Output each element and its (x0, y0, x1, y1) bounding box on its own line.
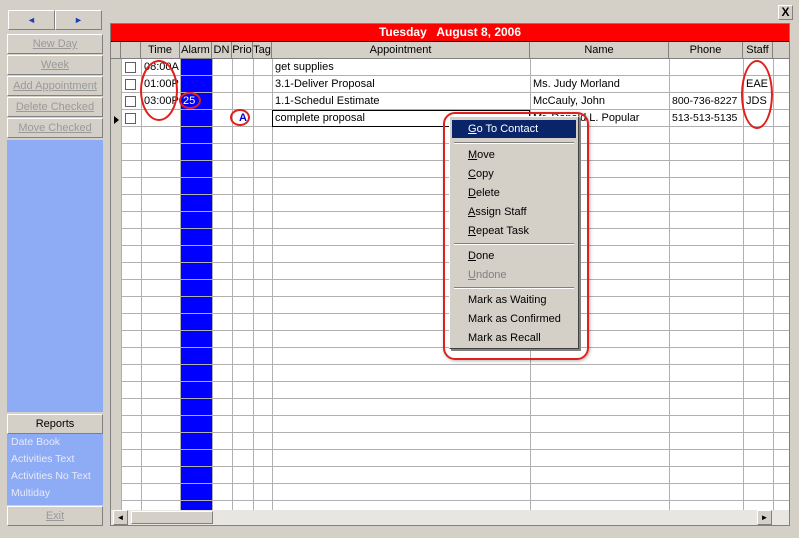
row-appointment[interactable]: get supplies (273, 59, 529, 76)
row-selector-strip (111, 59, 121, 510)
menu-label: elete (475, 187, 500, 199)
col-staff-header[interactable]: Staff (743, 42, 773, 59)
sidebar-panel (7, 140, 103, 412)
week-label: Week (41, 59, 69, 71)
menu-accel: D (468, 250, 476, 262)
horizontal-scrollbar[interactable]: ◄ ► (111, 510, 789, 525)
menu-mark-recall[interactable]: Mark as Recall (452, 329, 576, 347)
week-button[interactable]: Week (7, 55, 103, 75)
report-link-date-book[interactable]: Date Book (7, 434, 103, 451)
menu-done[interactable]: Done (452, 247, 576, 265)
menu-copy[interactable]: Copy (452, 165, 576, 183)
row-selector-header (111, 42, 121, 59)
time-highlight-ring (140, 60, 178, 121)
menu-label: one (475, 250, 495, 262)
menu-accel: G (468, 123, 477, 135)
close-button[interactable]: X (778, 5, 793, 20)
exit-button[interactable]: Exit (7, 506, 103, 526)
menu-label: o To Contact (476, 123, 539, 135)
new-day-button[interactable]: New Day (7, 34, 103, 54)
menu-accel: C (468, 168, 476, 180)
delete-checked-label: Delete Checked (15, 101, 95, 113)
checkbox-header (121, 42, 141, 59)
scroll-left-icon[interactable]: ◄ (113, 510, 128, 525)
scroll-right-icon[interactable]: ► (757, 510, 772, 525)
header-filler (773, 42, 789, 59)
delete-checked-button[interactable]: Delete Checked (7, 97, 103, 117)
row-name[interactable]: McCauly, John (531, 93, 668, 110)
menu-undone: Undone (452, 266, 576, 284)
col-appointment-header[interactable]: Appointment (272, 42, 530, 59)
menu-separator (454, 287, 574, 289)
menu-accel: R (468, 225, 476, 237)
menu-delete[interactable]: Delete (452, 184, 576, 202)
reports-button[interactable]: Reports (7, 414, 103, 434)
report-link-activities-text[interactable]: Activities Text (7, 451, 103, 468)
alarm-highlight-ring (179, 92, 201, 109)
row-appointment[interactable]: 1.1-Schedul Estimate (273, 93, 529, 110)
date-header: Tuesday August 8, 2006 (111, 24, 789, 42)
row-phone[interactable]: 513-513-5135 (670, 110, 743, 127)
add-appointment-button[interactable]: Add Appointment (7, 76, 103, 96)
move-checked-button[interactable]: Move Checked (7, 118, 103, 138)
menu-mark-waiting[interactable]: Mark as Waiting (452, 291, 576, 309)
menu-label: ove (477, 149, 495, 161)
menu-label: ndone (475, 269, 507, 281)
col-tag-header[interactable]: Tag (253, 42, 272, 59)
row-name[interactable]: Ms. Judy Morland (531, 76, 668, 93)
priority-highlight-ring (230, 109, 250, 126)
col-alarm-header[interactable]: Alarm (180, 42, 212, 59)
row-checkbox[interactable] (125, 62, 136, 73)
menu-accel: M (468, 149, 478, 161)
previous-day-button[interactable]: ◄ (8, 10, 55, 30)
menu-repeat-task[interactable]: Repeat Task (452, 222, 576, 240)
current-row-arrow-icon (114, 116, 119, 124)
report-link-activities-no-text[interactable]: Activities No Text (7, 468, 103, 485)
new-day-label: New Day (32, 38, 78, 50)
menu-separator (454, 142, 574, 144)
col-time-header[interactable]: Time (141, 42, 180, 59)
menu-separator (454, 243, 574, 245)
menu-label: opy (475, 168, 494, 180)
row-appointment[interactable]: 3.1-Deliver Proposal (273, 76, 529, 93)
col-phone-header[interactable]: Phone (669, 42, 743, 59)
row-phone[interactable]: 800-736-8227 (670, 93, 743, 110)
staff-highlight-ring (741, 60, 773, 129)
col-prio-header[interactable]: Prio (232, 42, 253, 59)
menu-go-to-contact[interactable]: Go To Contact (452, 120, 576, 138)
next-day-button[interactable]: ► (55, 10, 102, 30)
col-name-header[interactable]: Name (530, 42, 669, 59)
menu-accel: U (468, 269, 476, 281)
row-checkbox[interactable] (125, 113, 136, 124)
menu-label: ssign Staff (475, 206, 527, 218)
menu-label: epeat Task (475, 225, 529, 237)
move-checked-label: Move Checked (18, 122, 92, 134)
report-links: Date Book Activities Text Activities No … (7, 434, 103, 505)
menu-mark-confirmed[interactable]: Mark as Confirmed (452, 310, 576, 328)
report-link-multiday[interactable]: Multiday (7, 485, 103, 502)
scroll-thumb[interactable] (131, 511, 213, 524)
exit-label: Exit (45, 510, 65, 522)
menu-move[interactable]: Move (452, 146, 576, 164)
menu-assign-staff[interactable]: Assign Staff (452, 203, 576, 221)
row-checkbox[interactable] (125, 79, 136, 90)
col-dn-header[interactable]: DN (212, 42, 232, 59)
context-menu[interactable]: Go To Contact Move Copy Delete Assign St… (449, 116, 579, 349)
add-appointment-label: Add Appointment (13, 80, 97, 92)
menu-accel: D (468, 187, 476, 199)
row-checkbox[interactable] (125, 96, 136, 107)
